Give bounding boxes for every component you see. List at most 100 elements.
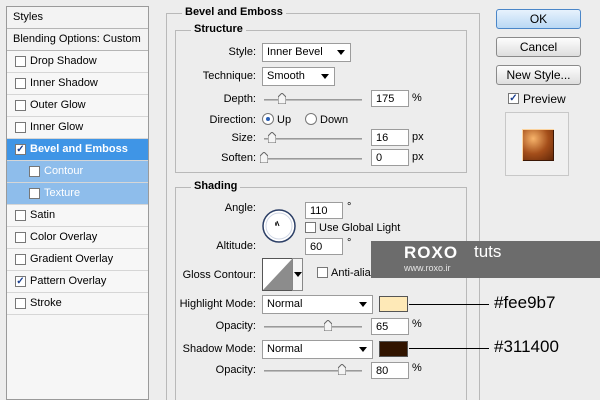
style-select[interactable]: Inner Bevel (262, 43, 351, 62)
roxo-logo-part: O (443, 243, 459, 262)
style-item-label: Inner Glow (30, 121, 84, 133)
cancel-button[interactable]: Cancel (496, 37, 581, 57)
altitude-label: Altitude: (216, 240, 256, 252)
slider-knob-icon[interactable] (323, 320, 332, 331)
altitude-unit: ° (347, 237, 352, 249)
roxo-logo-part: RO (404, 243, 432, 262)
style-list: Drop Shadow Inner Shadow Outer Glow Inner G… (7, 51, 148, 315)
style-item-label: Texture (44, 187, 81, 199)
anti-aliased-checkbox[interactable] (317, 267, 328, 278)
highlight-color-swatch[interactable] (379, 296, 408, 312)
roxo-watermark: ROXO tuts www.roxo.ir (371, 241, 600, 278)
technique-label: Technique: (202, 70, 256, 82)
style-item-label: Bevel and Emboss (30, 143, 128, 155)
style-checkbox[interactable] (15, 100, 26, 111)
style-checkbox[interactable] (29, 188, 40, 199)
style-checkbox[interactable] (15, 78, 26, 89)
highlight-hex-annotation: #fee9b7 (494, 293, 556, 312)
style-checkbox[interactable] (15, 210, 26, 221)
style-item-inner-glow[interactable]: Inner Glow (7, 117, 148, 139)
soften-label: Soften: (221, 152, 256, 164)
shadow-color-swatch[interactable] (379, 341, 408, 357)
slider-knob-icon[interactable] (277, 93, 286, 104)
style-item-label: Satin (30, 209, 56, 221)
depth-input[interactable]: 175 (371, 90, 409, 107)
contour-curve-icon (262, 258, 293, 291)
direction-up-radio[interactable] (262, 113, 274, 125)
style-checkbox[interactable] (15, 232, 26, 243)
shadow-opacity-unit: % (412, 362, 422, 374)
use-global-light-label[interactable]: Use Global Light (319, 222, 400, 234)
depth-unit: % (412, 92, 422, 104)
slider-knob-icon[interactable] (267, 132, 276, 143)
contour-dropdown-button[interactable] (292, 258, 303, 291)
highlight-opacity-input[interactable]: 65 (371, 318, 409, 335)
direction-up-label[interactable]: Up (277, 114, 291, 126)
depth-slider[interactable] (264, 93, 362, 104)
slider-knob-icon[interactable] (338, 364, 347, 375)
styles-header[interactable]: Styles (7, 7, 148, 29)
soften-slider[interactable] (260, 152, 362, 163)
style-item-gradient-overlay[interactable]: Gradient Overlay (7, 249, 148, 271)
style-item-texture[interactable]: Texture (7, 183, 148, 205)
roxo-logo-part: X (431, 243, 444, 262)
shadow-opacity-slider[interactable] (264, 364, 362, 375)
shading-title: Shading (191, 180, 241, 192)
direction-down-radio[interactable] (305, 113, 317, 125)
size-input[interactable]: 16 (371, 129, 409, 146)
preview-checkbox[interactable]: ✓ (508, 93, 519, 104)
technique-select[interactable]: Smooth (262, 67, 335, 86)
style-select-value: Inner Bevel (267, 46, 323, 58)
style-item-drop-shadow[interactable]: Drop Shadow (7, 51, 148, 73)
ok-button[interactable]: OK (496, 9, 581, 29)
style-item-satin[interactable]: Satin (7, 205, 148, 227)
style-item-outer-glow[interactable]: Outer Glow (7, 95, 148, 117)
style-item-label: Stroke (30, 297, 62, 309)
shadow-pointer-line (409, 348, 489, 349)
new-style-button[interactable]: New Style... (496, 65, 581, 85)
bevel-emboss-title: Bevel and Emboss (182, 6, 286, 18)
blending-options-item[interactable]: Blending Options: Custom (7, 29, 148, 51)
highlight-mode-select[interactable]: Normal (262, 295, 373, 314)
style-item-label: Drop Shadow (30, 55, 97, 67)
highlight-mode-value: Normal (267, 298, 303, 310)
highlight-mode-label: Highlight Mode: (179, 298, 256, 310)
style-checkbox[interactable]: ✓ (15, 276, 26, 287)
style-item-contour[interactable]: Contour (7, 161, 148, 183)
style-checkbox[interactable] (15, 298, 26, 309)
size-slider[interactable] (264, 132, 362, 143)
angle-dial-icon[interactable] (262, 209, 296, 243)
style-item-label: Color Overlay (30, 231, 98, 243)
style-item-color-overlay[interactable]: Color Overlay (7, 227, 148, 249)
style-item-label: Gradient Overlay (30, 253, 114, 265)
roxo-tuts-text: tuts (474, 242, 502, 261)
shadow-mode-select[interactable]: Normal (262, 340, 373, 359)
direction-label: Direction: (209, 114, 256, 126)
shadow-opacity-input[interactable]: 80 (371, 362, 409, 379)
depth-label: Depth: (223, 93, 256, 105)
chevron-down-icon (337, 50, 345, 55)
highlight-pointer-line (409, 304, 489, 305)
style-checkbox[interactable]: ✓ (15, 144, 26, 155)
gloss-contour-picker[interactable] (262, 258, 303, 291)
styles-panel: Styles Blending Options: Custom Drop Sha… (6, 6, 149, 400)
use-global-light-checkbox[interactable] (305, 222, 316, 233)
preview-label[interactable]: Preview (523, 92, 566, 106)
style-checkbox[interactable] (15, 56, 26, 67)
highlight-opacity-slider[interactable] (264, 320, 362, 331)
style-item-stroke[interactable]: Stroke (7, 293, 148, 315)
direction-down-label[interactable]: Down (320, 114, 348, 126)
style-item-label: Contour (44, 165, 84, 177)
style-checkbox[interactable] (29, 166, 40, 177)
style-item-inner-shadow[interactable]: Inner Shadow (7, 73, 148, 95)
style-checkbox[interactable] (15, 122, 26, 133)
slider-knob-icon[interactable] (260, 152, 268, 163)
altitude-input[interactable]: 60 (305, 238, 343, 255)
shadow-opacity-label: Opacity: (215, 364, 256, 376)
style-item-pattern-overlay[interactable]: ✓ Pattern Overlay (7, 271, 148, 293)
soften-input[interactable]: 0 (371, 149, 409, 166)
angle-input[interactable]: 110 (305, 202, 343, 219)
style-checkbox[interactable] (15, 254, 26, 265)
chevron-down-icon (321, 74, 329, 79)
style-item-bevel-and-emboss[interactable]: ✓ Bevel and Emboss (7, 139, 148, 161)
